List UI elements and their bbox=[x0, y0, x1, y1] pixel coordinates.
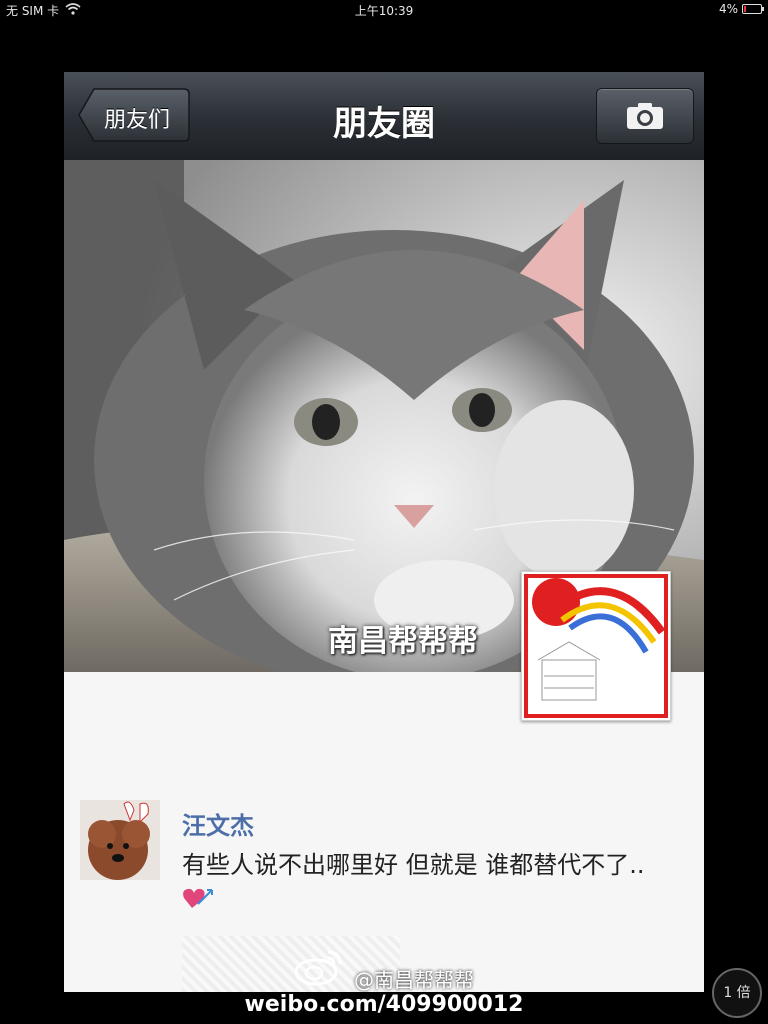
nav-bar: 朋友们 朋友圈 bbox=[64, 72, 704, 161]
status-bar: 无 SIM 卡 上午10:39 4% bbox=[0, 0, 768, 20]
battery-icon bbox=[742, 4, 764, 14]
watermark-handle: @南昌帮帮帮 bbox=[354, 968, 474, 992]
logo-image bbox=[524, 574, 668, 718]
post-username[interactable]: 汪文杰 bbox=[182, 806, 254, 841]
status-right: 4% bbox=[718, 2, 764, 16]
clock: 上午10:39 bbox=[354, 4, 414, 18]
post-avatar[interactable] bbox=[80, 800, 160, 880]
camera-button[interactable] bbox=[596, 88, 694, 144]
heart-icon bbox=[182, 885, 214, 923]
poodle-avatar bbox=[80, 800, 160, 880]
weibo-icon bbox=[294, 946, 346, 990]
post-text: 有些人说不出哪里好 但就是 谁都替代不了.. bbox=[182, 846, 662, 923]
profile-avatar[interactable] bbox=[521, 571, 671, 721]
camera-icon bbox=[627, 103, 663, 129]
zoom-button[interactable]: 1 倍 bbox=[712, 968, 762, 1018]
battery-percent: 4% bbox=[718, 2, 738, 16]
cover-name: 南昌帮帮帮 bbox=[328, 624, 478, 659]
moments-app: 朋友们 朋友圈 南昌帮帮帮 汪文杰 有些人说不出哪里好 但就是 谁都替代不了.. bbox=[64, 72, 704, 992]
watermark-url: weibo.com/409900012 bbox=[244, 992, 524, 1017]
post-text-content: 有些人说不出哪里好 但就是 谁都替代不了.. bbox=[182, 851, 645, 879]
